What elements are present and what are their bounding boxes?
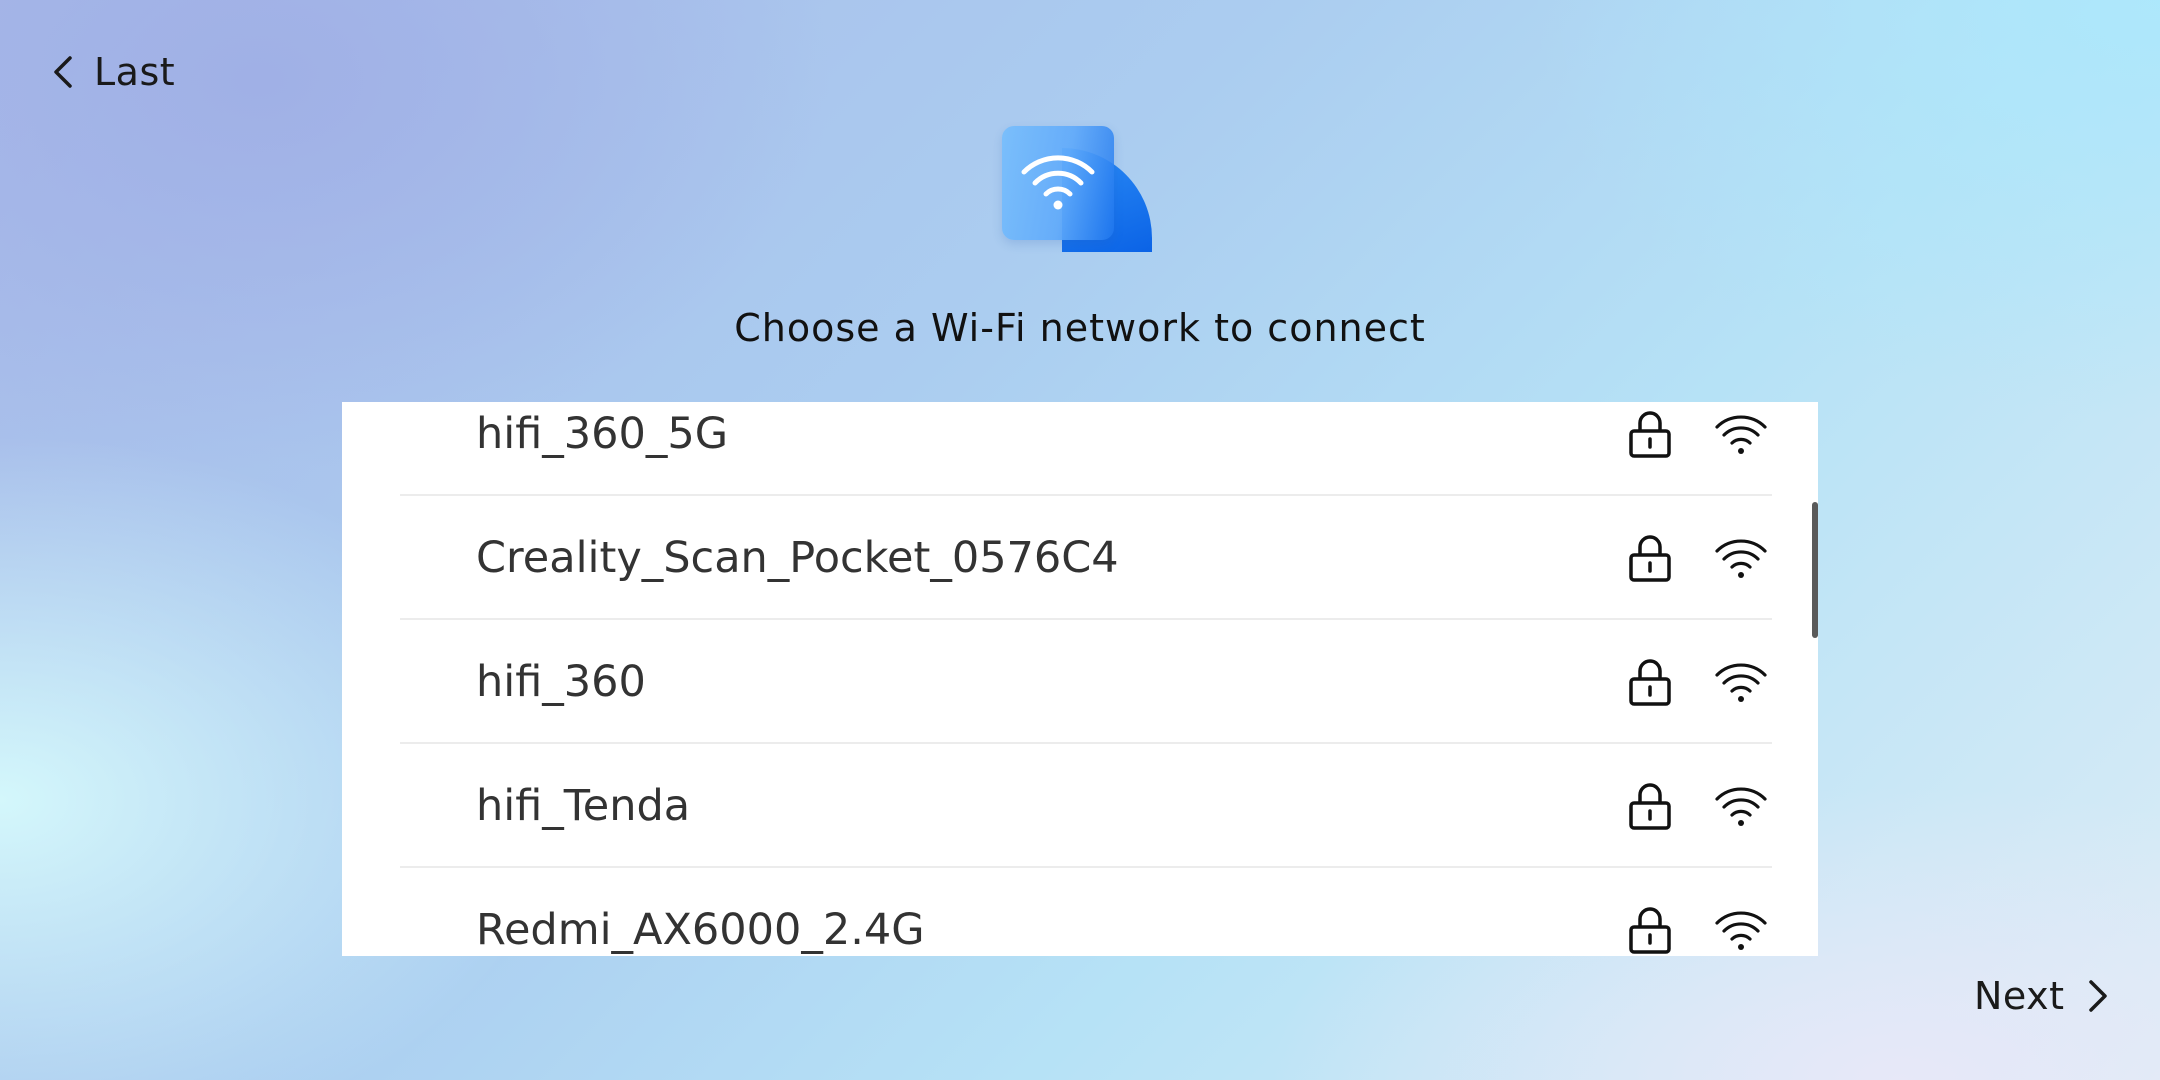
network-ssid: Redmi_AX6000_2.4G xyxy=(476,905,925,955)
chevron-right-icon xyxy=(2088,980,2107,1012)
wifi-setup-screen: Last Choose a Wi-Fi network to connect h… xyxy=(0,0,2160,1080)
network-row[interactable]: Creality_Scan_Pocket_0576C4 xyxy=(400,496,1772,620)
lock-icon xyxy=(1629,659,1671,706)
network-ssid: hifi_Tenda xyxy=(476,781,691,831)
network-ssid: hifi_360_5G xyxy=(476,409,729,459)
wifi-signal-icon xyxy=(1715,663,1767,702)
lock-icon xyxy=(1629,907,1671,954)
lock-icon xyxy=(1629,411,1671,458)
wifi-glyph-icon xyxy=(1021,155,1095,210)
wifi-signal-icon xyxy=(1715,911,1767,950)
network-ssid: Creality_Scan_Pocket_0576C4 xyxy=(476,533,1119,583)
wifi-signal-icon xyxy=(1715,539,1767,578)
wifi-signal-icon xyxy=(1715,415,1767,454)
network-row[interactable]: hifi_Tenda xyxy=(400,744,1772,868)
wifi-signal-icon xyxy=(1715,787,1767,826)
next-button[interactable]: Next xyxy=(1974,970,2111,1022)
next-button-label: Next xyxy=(1974,974,2065,1018)
back-button-label: Last xyxy=(94,50,176,94)
network-ssid: hifi_360 xyxy=(476,657,646,707)
page-title: Choose a Wi-Fi network to connect xyxy=(734,306,1426,350)
chevron-left-icon xyxy=(54,56,72,88)
list-scrollbar[interactable] xyxy=(1812,502,1818,638)
network-row[interactable]: Redmi_AX6000_2.4G xyxy=(400,868,1772,956)
wifi-network-list[interactable]: hifi_360_5G Creality_Scan_Pocket_0576C4 xyxy=(342,402,1818,956)
wifi-setup-icon xyxy=(1000,124,1156,252)
lock-icon xyxy=(1629,535,1671,582)
icon-front-card xyxy=(1002,126,1114,240)
back-button[interactable]: Last xyxy=(50,46,175,98)
network-row[interactable]: hifi_360 xyxy=(400,620,1772,744)
lock-icon xyxy=(1629,783,1671,830)
network-row[interactable]: hifi_360_5G xyxy=(400,402,1772,496)
